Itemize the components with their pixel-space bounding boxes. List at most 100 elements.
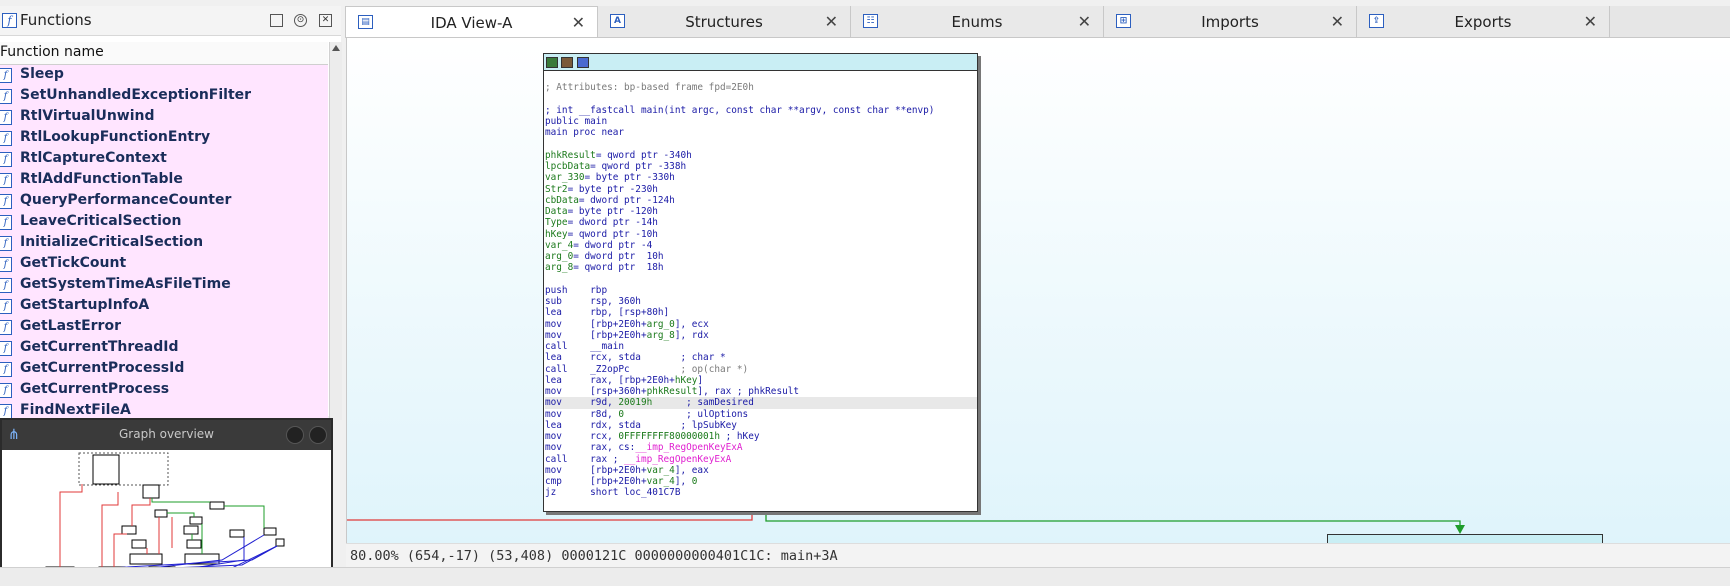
function-icon: f	[0, 89, 12, 104]
disassembly-line[interactable]: mov rcx, 0FFFFFFFF80000001h ; hKey	[545, 431, 977, 442]
code-token: 20019h	[618, 397, 653, 409]
tab-structures[interactable]: A Structures ✕	[598, 6, 851, 37]
code-token: arg_8	[646, 329, 675, 341]
function-list-item[interactable]: f LeaveCriticalSection	[0, 212, 328, 233]
close-icon[interactable]: ✕	[319, 14, 332, 27]
node-image-icon[interactable]	[561, 57, 573, 68]
close-tab-icon[interactable]: ✕	[572, 13, 585, 32]
disassembly-line[interactable]: arg_0= dword ptr 10h	[545, 251, 977, 262]
restore-icon[interactable]	[270, 14, 283, 27]
function-list-item[interactable]: f GetTickCount	[0, 254, 328, 275]
tab-ida-view-a[interactable]: ▤ IDA View-A ✕	[345, 6, 598, 37]
code-token: sub rsp, 360h	[545, 296, 641, 307]
disassembly-line[interactable]: mov [rbp+2E0h+arg_0], ecx	[545, 319, 977, 330]
disassembly-line[interactable]: sub rsp, 360h	[545, 296, 977, 307]
graph-overview-canvas[interactable]	[2, 450, 331, 581]
disassembly-line[interactable]: mov rax, cs:__imp_RegOpenKeyExA	[545, 442, 977, 453]
disassembly-line[interactable]: call __main	[545, 341, 977, 352]
disassembly-line[interactable]: phkResult= qword ptr -340h	[545, 150, 977, 161]
code-token: __imp_RegOpenKeyExA	[635, 442, 743, 454]
ida-graph-view[interactable]: ; Attributes: bp-based frame fpd=2E0h ; i…	[346, 38, 1730, 543]
function-list-item[interactable]: f InitializeCriticalSection	[0, 233, 328, 254]
tab-exports[interactable]: ⇪ Exports ✕	[1357, 6, 1610, 37]
function-list[interactable]: f Sleep f SetUnhandledExceptionFilter f RtlVi…	[0, 65, 328, 420]
function-list-item[interactable]: f RtlLookupFunctionEntry	[0, 128, 328, 149]
code-token: ],	[674, 476, 692, 487]
disassembly-line[interactable]: call _Z2opPc ; op(char *)	[545, 364, 977, 375]
disassembly-line[interactable]: var_4= dword ptr -4	[545, 240, 977, 251]
function-list-item[interactable]: f RtlVirtualUnwind	[0, 107, 328, 128]
disassembly-line[interactable]: lea rbp, [rsp+80h]	[545, 307, 977, 318]
disassembly-line[interactable]: var_330= byte ptr -330h	[545, 172, 977, 183]
function-list-item[interactable]: f GetCurrentProcessId	[0, 359, 328, 380]
tab-imports[interactable]: ⊞ Imports ✕	[1104, 6, 1357, 37]
close-tab-icon[interactable]: ✕	[825, 12, 838, 31]
function-list-item[interactable]: f GetCurrentThreadId	[0, 338, 328, 359]
node-group-icon[interactable]	[577, 57, 589, 68]
float-icon[interactable]: ⊙	[294, 14, 307, 27]
disassembly-line[interactable]: cmp [rbp+2E0h+var_4], 0	[545, 476, 977, 487]
disassembly-line[interactable]: lea rcx, stda ; char *	[545, 352, 977, 363]
close-tab-icon[interactable]: ✕	[1584, 12, 1597, 31]
disassembly-line[interactable]: Type= dword ptr -14h	[545, 217, 977, 228]
function-icon: f	[0, 341, 12, 356]
code-block-main[interactable]: ; Attributes: bp-based frame fpd=2E0h ; i…	[543, 53, 978, 512]
function-name: RtlVirtualUnwind	[20, 108, 155, 124]
code-token: = dword ptr 10h	[573, 251, 664, 262]
function-name-column-header[interactable]: Function name	[0, 42, 328, 65]
function-list-item[interactable]: f GetSystemTimeAsFileTime	[0, 275, 328, 296]
function-list-item[interactable]: f RtlAddFunctionTable	[0, 170, 328, 191]
disassembly-line[interactable]: jz short loc_401C7B	[545, 487, 977, 498]
disassembly-line[interactable]: mov [rbp+2E0h+arg_8], rdx	[545, 330, 977, 341]
disassembly-line[interactable]: lea rax, [rbp+2E0h+hKey]	[545, 375, 977, 386]
function-icon: f	[0, 110, 12, 125]
disassembly-line[interactable]: cbData= dword ptr -124h	[545, 195, 977, 206]
close-tab-icon[interactable]: ✕	[1078, 12, 1091, 31]
disassembly-line[interactable]: call rax ; __imp_RegOpenKeyExA	[545, 454, 977, 465]
code-token: ; ulOptions	[624, 408, 749, 420]
function-list-item[interactable]: f GetLastError	[0, 317, 328, 338]
code-token: mov [rbp+2E0h+	[545, 464, 647, 476]
code-token: lpcbData	[545, 161, 591, 172]
function-list-scrollbar[interactable]	[329, 42, 342, 420]
disassembly-line[interactable]	[545, 274, 977, 285]
graph-overview-close-button[interactable]	[309, 426, 327, 444]
code-token: = byte ptr -120h	[567, 206, 658, 217]
code-token: mov [rsp+360h+	[545, 386, 647, 397]
disassembly-line[interactable]: ; int __fastcall main(int argc, const ch…	[545, 105, 977, 116]
code-token: var_4	[646, 476, 675, 487]
overview-node	[229, 529, 245, 538]
disassembly-line[interactable]: mov r9d, 20019h ; samDesired	[545, 397, 977, 409]
disassembly-line[interactable]: mov [rbp+2E0h+var_4], eax	[545, 465, 977, 476]
disassembly-line[interactable]	[545, 94, 977, 105]
graph-overview-float-button[interactable]	[286, 426, 304, 444]
function-list-item[interactable]: f GetCurrentProcess	[0, 380, 328, 401]
disassembly-line[interactable]: public main	[545, 116, 977, 127]
scroll-up-icon[interactable]	[332, 45, 340, 51]
disassembly-line[interactable]: Str2= byte ptr -230h	[545, 184, 977, 195]
function-list-item[interactable]: f Sleep	[0, 65, 328, 86]
disassembly-line[interactable]: mov r8d, 0 ; ulOptions	[545, 409, 977, 420]
disassembly-line[interactable]: lea rdx, stda ; lpSubKey	[545, 420, 977, 431]
disassembly-line[interactable]	[545, 139, 977, 150]
disassembly-line[interactable]: push rbp	[545, 285, 977, 296]
tab-enums[interactable]: ☷ Enums ✕	[851, 6, 1104, 37]
function-list-item[interactable]: f GetStartupInfoA	[0, 296, 328, 317]
disassembly-line[interactable]: Data= byte ptr -120h	[545, 206, 977, 217]
disassembly-line[interactable]	[545, 71, 977, 82]
tab-label: Enums	[951, 13, 1003, 31]
node-color-icon[interactable]	[546, 57, 558, 68]
disassembly-line[interactable]: lpcbData= qword ptr -338h	[545, 161, 977, 172]
disassembly-line[interactable]: mov [rsp+360h+phkResult], rax ; phkResul…	[545, 386, 977, 397]
code-block-loc[interactable]	[1327, 534, 1603, 543]
disassembly-line[interactable]: arg_8= qword ptr 18h	[545, 262, 977, 273]
function-list-item[interactable]: f SetUnhandledExceptionFilter	[0, 86, 328, 107]
code-token: var_4	[646, 464, 675, 476]
close-tab-icon[interactable]: ✕	[1331, 12, 1344, 31]
function-list-item[interactable]: f QueryPerformanceCounter	[0, 191, 328, 212]
disassembly-line[interactable]: ; Attributes: bp-based frame fpd=2E0h	[545, 82, 977, 93]
code-token: = byte ptr -230h	[567, 183, 658, 195]
disassembly-line[interactable]: hKey= qword ptr -10h	[545, 229, 977, 240]
function-list-item[interactable]: f RtlCaptureContext	[0, 149, 328, 170]
disassembly-line[interactable]: main proc near	[545, 127, 977, 138]
